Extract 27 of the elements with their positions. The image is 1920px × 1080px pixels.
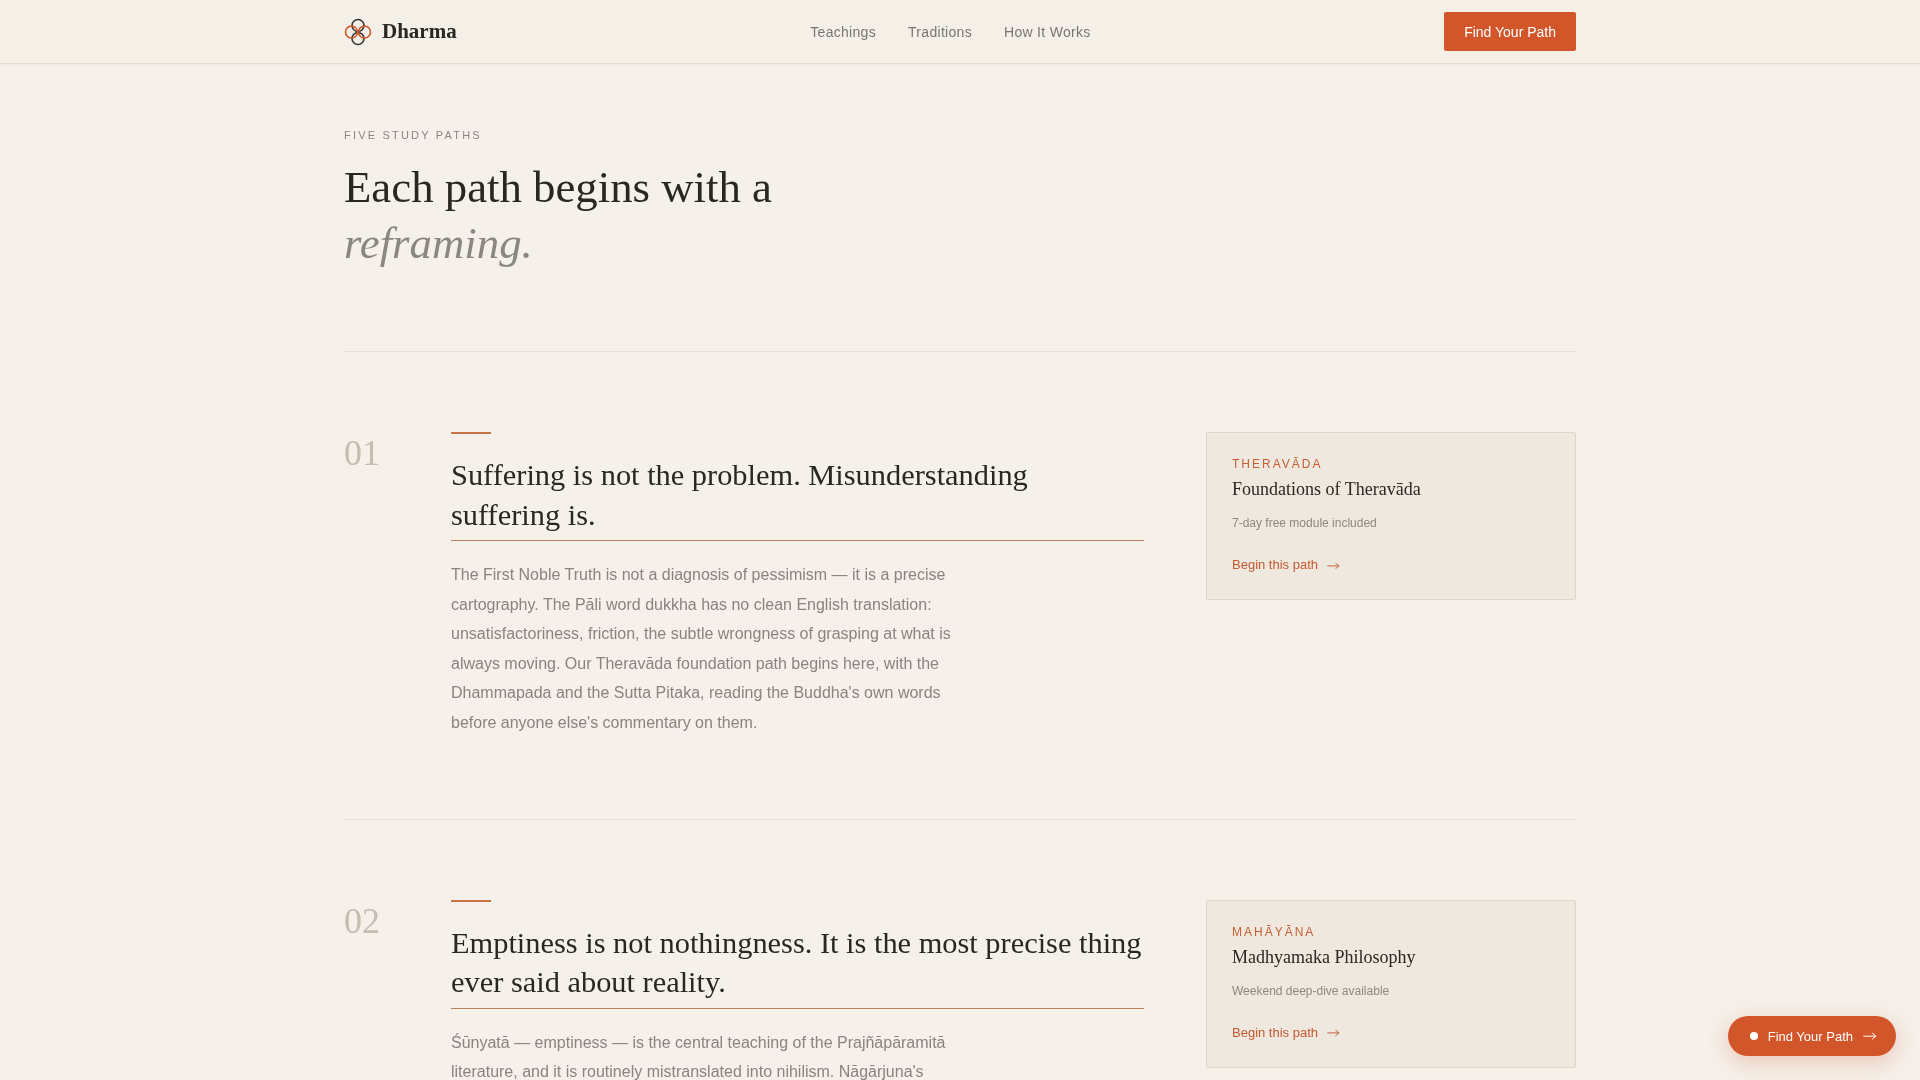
four-circle-logo-icon <box>344 17 372 46</box>
nav-link[interactable]: Traditions <box>908 23 972 40</box>
path-number: 02 <box>344 899 380 943</box>
card-title: Foundations of Theravāda <box>1232 478 1421 501</box>
path-title: Emptiness is not nothingness. It is the most precise thing ever said about reality. <box>451 923 1144 1009</box>
floating-cta-button[interactable]: Find Your Path <box>1727 1016 1896 1056</box>
begin-path-link[interactable]: Begin this path <box>1232 556 1340 575</box>
dot-icon <box>1749 1032 1758 1040</box>
nav-link[interactable]: Teachings <box>810 23 876 40</box>
section-eyebrow: FIVE STUDY PATHS <box>344 128 482 143</box>
section-heading: Each path begins with a reframing. <box>344 161 772 270</box>
find-your-path-button[interactable]: Find Your Path <box>1444 12 1576 51</box>
path-number: 01 <box>344 432 380 475</box>
card-note: 7-day free module included <box>1232 515 1377 533</box>
arrow-right-icon <box>1327 1029 1340 1037</box>
tradition-label: THERAVĀDA <box>1232 456 1323 473</box>
begin-path-link[interactable]: Begin this path <box>1232 1023 1340 1042</box>
arrow-right-icon <box>1327 561 1340 570</box>
nav-link[interactable]: How It Works <box>1003 23 1091 40</box>
path-description: Śūnyatā — emptiness — is the central teaching of the Prajñāpāramitā literature, and it is routinely mistranslated into nihilism. Nāgārjuna's <box>451 1032 947 1080</box>
arrow-right-icon <box>1863 1031 1877 1041</box>
path-description: The First Noble Truth is not a diagnosis of pessimism — it is a precise cartography. The Pāli word dukkha has no clean English translation: unsatisfactoriness, friction, the subtle wrongness of grasping at what is always moving. Our Theravāda foundation path begins here, with the Dhammapada and the Sutta Pitaka, reading the Buddha's own words before anyone else's commentary on them. <box>451 565 952 733</box>
brand-name: Dharma <box>382 19 457 44</box>
tradition-label: MAHĀYĀNA <box>1232 923 1316 941</box>
card-title: Madhyamaka Philosophy <box>1232 945 1416 969</box>
path-title: Suffering is not the problem. Misunderstanding suffering is. <box>451 456 1144 541</box>
card-note: Weekend deep-dive available <box>1232 982 1390 1000</box>
